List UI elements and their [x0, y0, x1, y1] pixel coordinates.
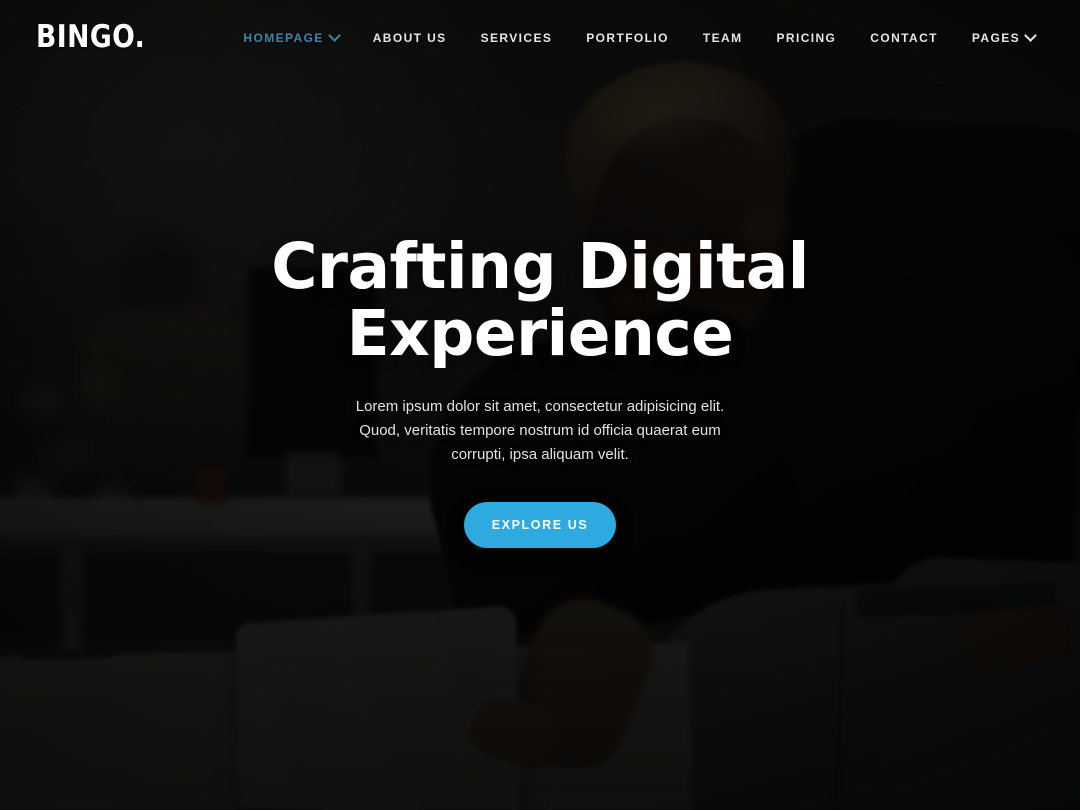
nav-item-contact[interactable]: CONTACT: [853, 23, 955, 53]
nav-item-label: HOMEPAGE: [243, 30, 324, 45]
chevron-down-icon: [1026, 31, 1035, 40]
site-logo[interactable]: BINGO.: [36, 22, 145, 53]
main-navigation: HOMEPAGE ABOUT US SERVICES PORTFOLIO TEAM PRI…: [226, 23, 1052, 53]
nav-item-label: PAGES: [971, 30, 1020, 45]
nav-item-portfolio[interactable]: PORTFOLIO: [569, 23, 686, 53]
hero-title-line-1: Crafting Digital: [271, 230, 809, 304]
nav-item-services[interactable]: SERVICES: [464, 23, 570, 53]
nav-item-about-us[interactable]: ABOUT US: [356, 23, 464, 53]
nav-item-label: CONTACT: [870, 30, 938, 45]
chevron-down-icon: [330, 31, 339, 40]
hero-subtitle: Lorem ipsum dolor sit amet, consectetur …: [355, 397, 725, 464]
explore-us-button[interactable]: EXPLORE US: [463, 501, 617, 548]
nav-item-label: TEAM: [702, 30, 743, 45]
hero-content: Crafting Digital Experience Lorem ipsum …: [0, 0, 1080, 810]
nav-item-label: PRICING: [776, 30, 837, 45]
nav-item-label: SERVICES: [480, 30, 553, 45]
nav-item-label: ABOUT US: [372, 30, 447, 45]
page-title: Crafting Digital Experience: [271, 234, 809, 366]
nav-item-pricing[interactable]: PRICING: [759, 23, 853, 53]
hero-title-line-2: Experience: [346, 296, 734, 370]
nav-item-homepage[interactable]: HOMEPAGE: [226, 23, 355, 53]
nav-item-team[interactable]: TEAM: [686, 23, 760, 53]
site-header: BINGO. HOMEPAGE ABOUT US SERVICES PORTFOLIO…: [0, 0, 1080, 75]
nav-item-label: PORTFOLIO: [586, 30, 669, 45]
hero-section: BINGO. HOMEPAGE ABOUT US SERVICES PORTFOLIO…: [0, 0, 1080, 810]
nav-item-pages[interactable]: PAGES: [955, 23, 1052, 53]
